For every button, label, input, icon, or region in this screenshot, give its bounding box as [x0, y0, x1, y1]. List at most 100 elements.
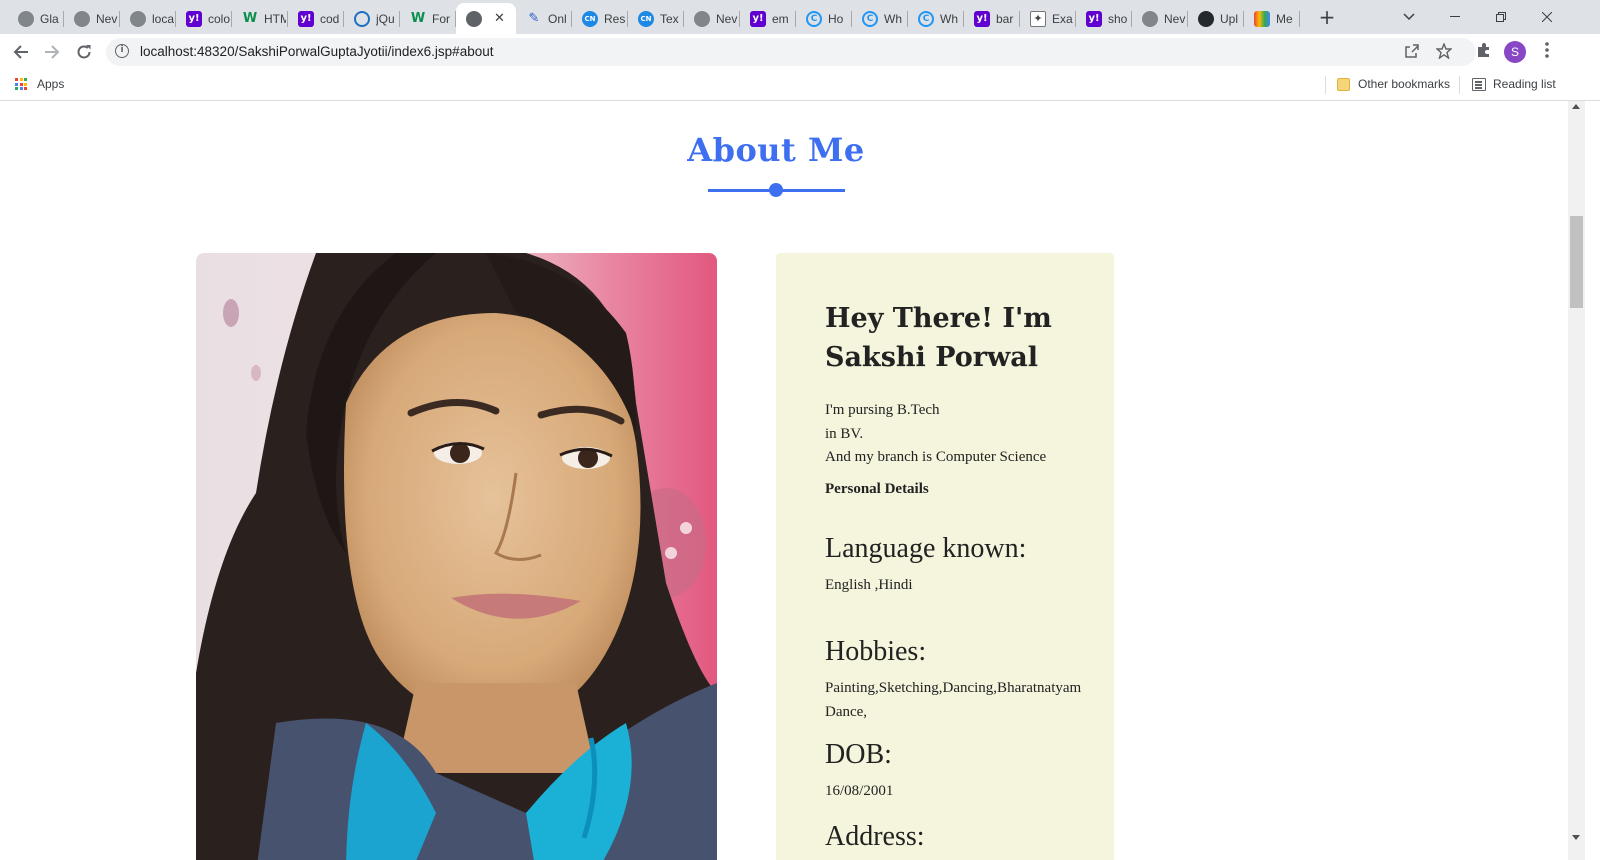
chevron-down-icon [1403, 13, 1415, 21]
site-info-icon[interactable]: i [115, 44, 129, 58]
url-text[interactable]: localhost:48320/SakshiPorwalGuptaJyotii/… [140, 44, 493, 59]
tab[interactable]: loca [120, 3, 176, 34]
meet-icon [1254, 10, 1270, 27]
tab-title: Nev [1164, 11, 1186, 26]
reload-button[interactable] [70, 38, 98, 66]
page-viewport: About Me Hey There! I'm Sakshi Porwal I'… [0, 101, 1568, 860]
globe-icon [74, 10, 90, 27]
card-intro: I'm pursing B.Tech in BV. And my branch … [825, 399, 1046, 470]
minimize-button[interactable] [1432, 0, 1478, 34]
tab-title: Onl [548, 11, 567, 26]
codingninjas-icon: CN [638, 10, 654, 27]
title-underline-dot [769, 183, 783, 197]
tab[interactable]: CN Res [572, 3, 628, 34]
bookmark-separator [1325, 76, 1326, 94]
pen-icon: ✎ [528, 11, 540, 26]
tab-title: sho [1108, 11, 1128, 26]
profile-avatar[interactable]: S [1504, 41, 1526, 63]
apps-grid-icon[interactable] [15, 78, 27, 90]
tab[interactable]: y! em [740, 3, 796, 34]
card-heading: Hey There! I'm Sakshi Porwal [825, 303, 1052, 373]
dob-label: DOB: [825, 739, 892, 770]
address-bar[interactable]: i localhost:48320/SakshiPorwalGuptaJyoti… [106, 38, 1476, 66]
yahoo-icon: y! [750, 10, 766, 27]
star-icon: ✦ [1030, 10, 1046, 27]
tab[interactable]: W HTM [232, 3, 288, 34]
section-title: About Me [687, 131, 865, 169]
folder-icon [1337, 78, 1350, 91]
tab-list: Gla Nev loca y! colo W HTM y! cod jQu W For ✕ ✎ Onl CN R… [8, 3, 1300, 34]
close-icon [1542, 12, 1552, 22]
personal-details-label: Personal Details [825, 481, 929, 497]
reading-list[interactable]: Reading list [1493, 77, 1556, 91]
tab[interactable]: ✦ Exa [1020, 3, 1076, 34]
tab-title: Tex [660, 11, 679, 26]
other-bookmarks[interactable]: Other bookmarks [1358, 77, 1450, 91]
tab-title: Res [604, 11, 626, 26]
tab[interactable]: C Wh [852, 3, 908, 34]
globe-icon [466, 10, 482, 27]
scrollbar-thumb[interactable] [1570, 216, 1583, 308]
back-button[interactable] [7, 38, 35, 66]
yahoo-icon: y! [298, 10, 314, 27]
w3schools-icon: W [410, 11, 426, 26]
tab-title: em [772, 11, 789, 26]
tab[interactable]: CN Tex [628, 3, 684, 34]
tab[interactable]: Upl [1188, 3, 1244, 34]
tab-close-icon[interactable]: ✕ [494, 11, 505, 26]
tab[interactable]: W For [400, 3, 456, 34]
tab[interactable]: Me [1244, 3, 1300, 34]
tab[interactable]: Nev [64, 3, 120, 34]
tab-separator [1299, 11, 1300, 27]
tab-search-button[interactable] [1386, 0, 1432, 34]
back-arrow-icon [13, 45, 28, 59]
c-icon: C [862, 10, 878, 27]
tab-active[interactable]: ✕ [456, 3, 516, 34]
page-scrollbar[interactable] [1568, 101, 1585, 860]
tab-title: Upl [1220, 11, 1239, 26]
restore-button[interactable] [1478, 0, 1524, 34]
tab[interactable]: y! cod [288, 3, 344, 34]
scroll-down-arrow-icon[interactable] [1572, 835, 1580, 840]
forward-button[interactable] [38, 38, 66, 66]
tab-title: Nev [96, 11, 118, 26]
hobbies-label: Hobbies: [825, 636, 927, 667]
tab[interactable]: jQu [344, 3, 400, 34]
address-label: Address: [825, 821, 925, 852]
tab[interactable]: y! sho [1076, 3, 1132, 34]
globe-icon [18, 10, 34, 27]
tab[interactable]: y! colo [176, 3, 232, 34]
share-icon[interactable] [1404, 43, 1420, 63]
bookmark-star-icon[interactable] [1435, 42, 1453, 63]
tab[interactable]: Nev [1132, 3, 1188, 34]
apps-bookmark[interactable]: Apps [37, 77, 64, 91]
tab[interactable]: C Wh [908, 3, 964, 34]
more-menu-icon[interactable] [1545, 42, 1549, 62]
tab-title: colo [208, 11, 230, 26]
new-tab-button[interactable]: + [1316, 6, 1338, 28]
github-icon [1198, 10, 1214, 27]
yahoo-icon: y! [974, 10, 990, 27]
globe-icon [130, 10, 146, 27]
tab-title: cod [320, 11, 340, 26]
globe-icon [1142, 10, 1158, 27]
minimize-icon [1450, 16, 1460, 17]
yahoo-icon: y! [186, 10, 202, 27]
tab[interactable]: Nev [684, 3, 740, 34]
language-value: English ,Hindi [825, 577, 913, 593]
profile-photo-illustration [196, 253, 717, 860]
tab-title: Wh [940, 11, 958, 26]
extensions-puzzle-icon[interactable] [1476, 42, 1492, 62]
scroll-up-arrow-icon[interactable] [1572, 104, 1580, 109]
tab-title: loca [152, 11, 174, 26]
tab[interactable]: y! bar [964, 3, 1020, 34]
w3schools-icon: W [242, 11, 258, 26]
tab[interactable]: C Ho [796, 3, 852, 34]
tab-title: Me [1276, 11, 1293, 26]
tab-title: jQu [376, 11, 395, 26]
reading-list-icon[interactable] [1472, 78, 1486, 91]
jquery-icon [354, 10, 370, 27]
tab[interactable]: ✎ Onl [516, 3, 572, 34]
close-window-button[interactable] [1524, 0, 1570, 34]
tab[interactable]: Gla [8, 3, 64, 34]
